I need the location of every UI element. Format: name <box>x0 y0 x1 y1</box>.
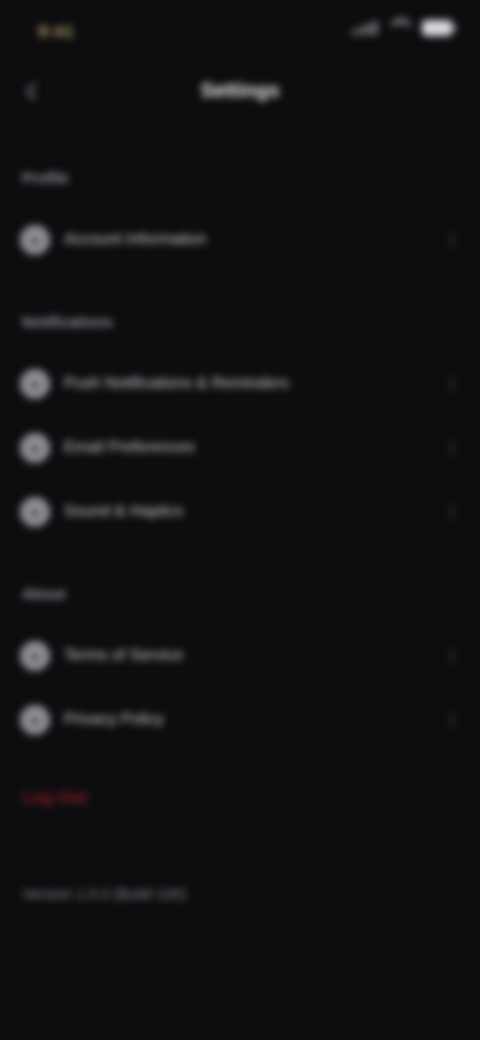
chevron-right-icon <box>441 440 457 456</box>
chevron-right-icon <box>441 712 457 728</box>
sound-icon: ● <box>20 497 50 527</box>
settings-row-privacy[interactable]: ● Privacy Policy <box>18 695 462 745</box>
status-icons <box>352 18 456 38</box>
settings-row-push[interactable]: ● Push Notifications & Reminders <box>18 359 462 409</box>
settings-row-email[interactable]: ● Email Preferences <box>18 423 462 473</box>
shield-icon: ● <box>20 705 50 735</box>
chevron-right-icon <box>441 232 457 248</box>
mail-icon: ● <box>20 433 50 463</box>
user-icon: ● <box>20 225 50 255</box>
row-label: Push Notifications & Reminders <box>64 375 289 392</box>
settings-row-terms[interactable]: ● Terms of Service <box>18 631 462 681</box>
row-label: Terms of Service <box>64 647 184 664</box>
logout-button[interactable]: Log Out <box>22 788 87 808</box>
chevron-right-icon <box>441 504 457 520</box>
chevron-right-icon <box>441 376 457 392</box>
row-label: Account Information <box>64 231 207 248</box>
bell-icon: ● <box>20 369 50 399</box>
status-time: 9:41 <box>38 22 75 41</box>
settings-row-sound[interactable]: ● Sound & Haptics <box>18 487 462 537</box>
row-label: Sound & Haptics <box>64 503 184 520</box>
page-title: Settings <box>200 80 280 102</box>
chevron-right-icon <box>441 648 457 664</box>
section-label-profile: Profile <box>22 170 69 187</box>
document-icon: ● <box>20 641 50 671</box>
settings-row-account[interactable]: ● Account Information <box>18 215 462 265</box>
battery-icon <box>422 20 456 36</box>
wifi-icon <box>390 18 412 38</box>
section-label-notifications: Notifications <box>22 314 113 331</box>
settings-screen: 9:41 Settings Profile ● Account Informat… <box>0 0 480 1040</box>
row-label: Email Preferences <box>64 439 195 456</box>
section-label-about: About <box>22 586 66 603</box>
signal-icon <box>352 21 380 35</box>
row-label: Privacy Policy <box>64 711 164 728</box>
version-text: Version 1.0.0 (Build 100) <box>22 886 187 903</box>
status-bar: 9:41 <box>0 0 480 60</box>
header: Settings <box>0 62 480 122</box>
